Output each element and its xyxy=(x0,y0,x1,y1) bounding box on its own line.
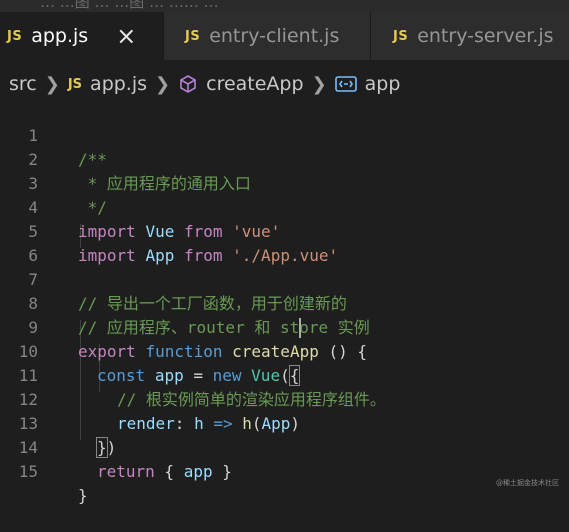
code-line: 12 render: h => h(App) xyxy=(0,364,569,433)
code-line: 11 // 根实例简单的渲染应用程序组件。 xyxy=(0,340,569,409)
tab-entry-client-js[interactable]: JS entry-client.js xyxy=(164,12,371,60)
keyword: return xyxy=(97,462,155,481)
code-line: 9 export function createApp () { xyxy=(0,292,569,361)
code-line: 15 } xyxy=(0,436,569,505)
code-line: 14 return { app } xyxy=(0,412,569,481)
code-editor[interactable]: 1 /** 2 * 应用程序的通用入口 3 */ 4 import Vue fr… xyxy=(0,100,569,505)
tab-label: entry-client.js xyxy=(209,25,340,47)
code-line: 2 * 应用程序的通用入口 xyxy=(0,124,569,193)
js-file-icon: JS xyxy=(185,28,201,44)
code-line: 5 import App from './App.vue' xyxy=(0,196,569,265)
tab-bar: JS app.js × JS entry-client.js JS entry-… xyxy=(0,12,569,60)
js-file-icon: JS xyxy=(7,28,23,44)
chevron-right-icon: ❯ xyxy=(155,73,171,95)
text-cursor xyxy=(299,318,301,338)
code-text: } xyxy=(78,486,88,505)
code-line: 3 */ xyxy=(0,148,569,217)
js-file-icon: JS xyxy=(67,76,83,92)
code-line: 13 }) xyxy=(0,388,569,458)
code-line: 1 /** xyxy=(0,100,569,169)
tab-entry-server-js[interactable]: JS entry-server.js xyxy=(371,12,569,60)
code-line: 7 // 导出一个工厂函数，用于创建新的 xyxy=(0,244,569,313)
code-line: 8 // 应用程序、router 和 store 实例 xyxy=(0,268,569,337)
close-icon[interactable]: × xyxy=(116,24,136,48)
chevron-right-icon: ❯ xyxy=(44,73,60,95)
breadcrumb-function[interactable]: createApp xyxy=(206,73,303,95)
code-line: 6 xyxy=(0,220,569,265)
punctuation: } xyxy=(212,462,232,481)
title-strip-text: … …图 … …图 … …… … xyxy=(40,0,219,11)
breadcrumb-file[interactable]: app.js xyxy=(90,73,147,95)
breadcrumb-folder[interactable]: src xyxy=(9,73,37,95)
identifier: app xyxy=(183,462,213,481)
watermark: @稀土掘金技术社区 xyxy=(496,479,559,487)
tab-label: app.js xyxy=(31,25,89,47)
chevron-right-icon: ❯ xyxy=(311,73,327,95)
cube-method-icon xyxy=(180,75,196,93)
js-file-icon: JS xyxy=(393,28,409,44)
line-number: 15 xyxy=(18,462,38,481)
tab-label: entry-server.js xyxy=(417,25,554,47)
punctuation: { xyxy=(154,462,184,481)
variable-icon xyxy=(334,76,357,92)
code-line: 10 const app = new Vue({ xyxy=(0,316,569,386)
code-line: 4 import Vue from 'vue' xyxy=(0,172,569,241)
breadcrumb-variable[interactable]: app xyxy=(365,73,401,95)
title-strip: … …图 … …图 … …… … xyxy=(0,0,569,12)
code-text: return { app } xyxy=(97,460,232,484)
tab-app-js[interactable]: JS app.js × xyxy=(0,12,164,60)
